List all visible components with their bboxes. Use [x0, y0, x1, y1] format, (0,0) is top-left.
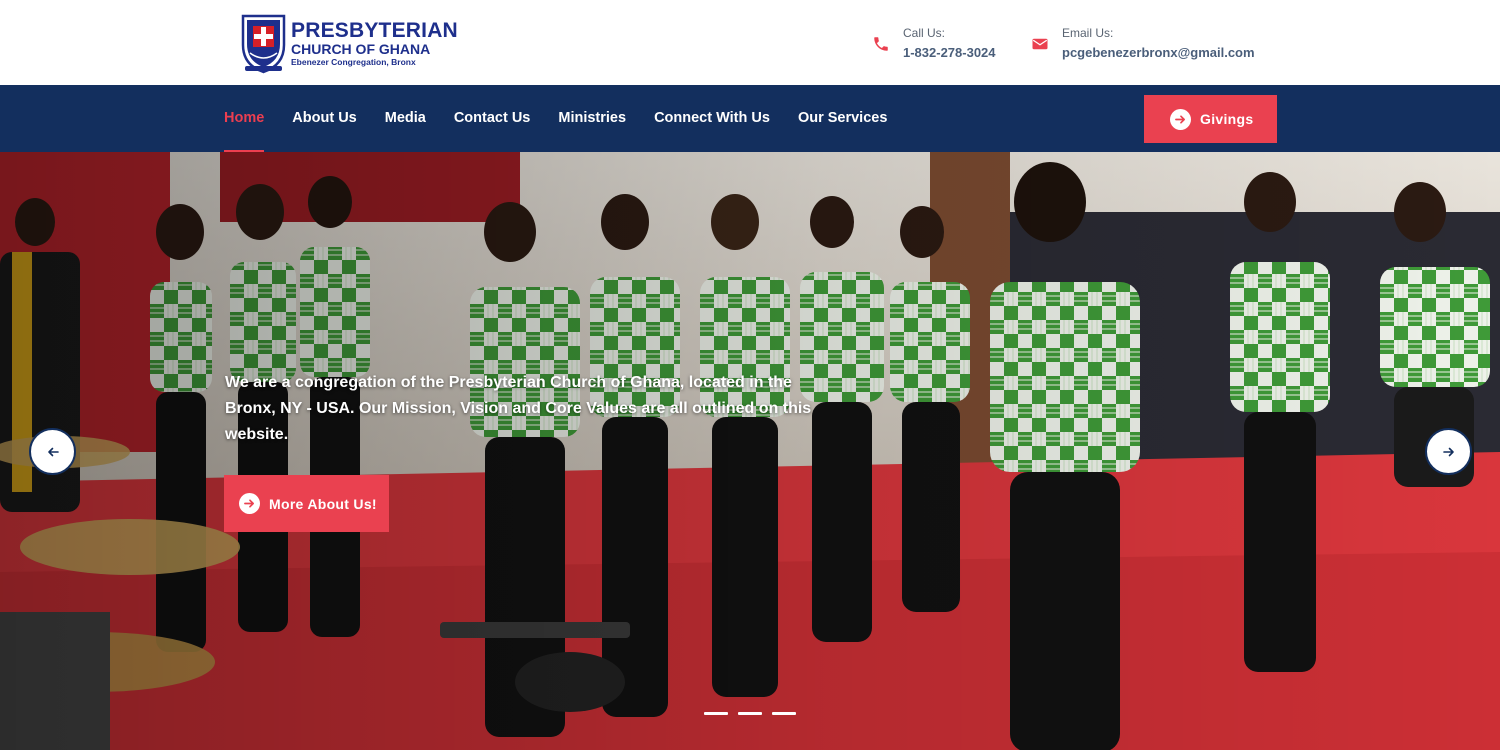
nav-menu: Home About Us Media Contact Us Ministrie…	[224, 85, 915, 152]
slider-prev-button[interactable]	[29, 428, 76, 475]
slider-dot-2[interactable]	[738, 712, 762, 715]
call-us-label: Call Us:	[903, 26, 946, 40]
phone-icon	[874, 37, 888, 51]
phone-number-link[interactable]: 1-832-278-3024	[903, 46, 996, 60]
more-about-us-button[interactable]: More About Us!	[224, 475, 389, 532]
arrow-left-icon	[47, 447, 59, 456]
nav-item-media[interactable]: Media	[385, 85, 426, 152]
hero-description: We are a congregation of the Presbyteria…	[225, 374, 812, 443]
hero-background-image	[0, 152, 1500, 750]
email-us-block: Email Us: pcgebenezerbronx@gmail.com	[1031, 26, 1255, 60]
logo-congregation: Ebenezer Congregation, Bronx	[291, 57, 416, 67]
nav-item-contact-us[interactable]: Contact Us	[454, 85, 531, 152]
arrow-right-icon	[1442, 447, 1454, 456]
logo-title: PRESBYTERIAN	[291, 19, 458, 42]
hero-slider: We are a congregation of the Presbyteria…	[0, 152, 1500, 750]
email-address-link[interactable]: pcgebenezerbronx@gmail.com	[1062, 46, 1255, 60]
more-about-us-label: More About Us!	[269, 495, 377, 512]
nav-item-ministries[interactable]: Ministries	[558, 85, 626, 152]
givings-label: Givings	[1200, 111, 1254, 127]
nav-item-our-services[interactable]: Our Services	[798, 85, 887, 152]
slider-next-button[interactable]	[1425, 428, 1472, 475]
slider-pagination	[704, 712, 806, 715]
nav-item-connect-with-us[interactable]: Connect With Us	[654, 85, 770, 152]
site-header: PRESBYTERIAN CHURCH OF GHANA Ebenezer Co…	[0, 0, 1500, 85]
arrow-right-circle-icon	[239, 493, 260, 514]
givings-button[interactable]: Givings	[1144, 95, 1277, 143]
call-us-block: Call Us: 1-832-278-3024	[872, 26, 996, 60]
envelope-icon	[1032, 38, 1048, 50]
slider-dot-1[interactable]	[704, 712, 728, 715]
logo-subtitle: CHURCH OF GHANA	[291, 41, 431, 57]
nav-item-home[interactable]: Home	[224, 85, 265, 152]
slider-dot-3[interactable]	[772, 712, 796, 715]
email-us-label: Email Us:	[1062, 26, 1114, 40]
church-crest-icon	[241, 14, 286, 74]
site-logo[interactable]: PRESBYTERIAN CHURCH OF GHANA Ebenezer Co…	[240, 13, 458, 74]
arrow-right-circle-icon	[1170, 108, 1191, 130]
nav-item-about-us[interactable]: About Us	[292, 85, 356, 152]
